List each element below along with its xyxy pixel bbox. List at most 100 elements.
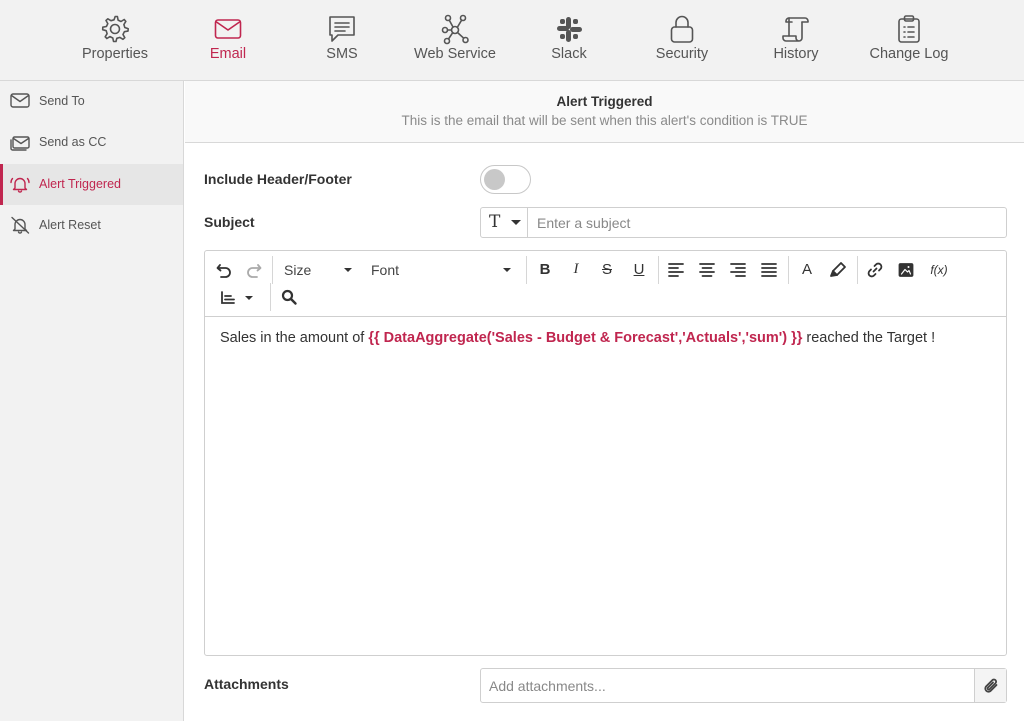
align-center-button[interactable] bbox=[695, 259, 719, 281]
body-text: Sales in the amount of bbox=[220, 330, 369, 346]
editor-content[interactable]: Sales in the amount of {{ DataAggregate(… bbox=[220, 330, 990, 346]
gear-icon bbox=[101, 14, 130, 44]
section-subtitle: This is the email that will be sent when… bbox=[401, 113, 808, 128]
scroll-icon bbox=[782, 14, 810, 44]
envelope-icon bbox=[214, 14, 242, 44]
subject-input[interactable] bbox=[529, 208, 1005, 237]
subject-label: Subject bbox=[204, 214, 255, 230]
nav-tab-label: Email bbox=[209, 46, 247, 62]
nav-tab-sms[interactable]: SMS bbox=[287, 0, 397, 80]
nav-tab-label: Slack bbox=[551, 46, 587, 62]
font-color-button[interactable]: A bbox=[795, 259, 819, 281]
email-body-editor: Size Font B I S U A f(x) Sales in the am… bbox=[204, 250, 1007, 656]
undo-icon bbox=[216, 264, 231, 278]
insert-image-button[interactable] bbox=[894, 259, 918, 281]
formula-icon: f(x) bbox=[930, 263, 948, 277]
insert-link-button[interactable] bbox=[863, 259, 887, 281]
toolbar-divider bbox=[272, 256, 273, 284]
toolbar-divider bbox=[857, 256, 858, 284]
nav-tab-label: Web Service bbox=[414, 46, 496, 62]
italic-icon: I bbox=[573, 261, 579, 277]
network-icon bbox=[441, 14, 469, 45]
paperclip-icon bbox=[984, 678, 998, 693]
data-expression: {{ DataAggregate('Sales - Budget & Forec… bbox=[368, 330, 803, 346]
toggle-knob bbox=[484, 169, 505, 190]
toolbar-divider bbox=[788, 256, 789, 284]
nav-tab-change-log[interactable]: Change Log bbox=[854, 0, 964, 80]
bell-off-icon bbox=[10, 216, 30, 234]
caret-down-icon bbox=[344, 268, 352, 272]
body-text: reached the Target ! bbox=[802, 330, 936, 346]
font-size-label: Size bbox=[284, 262, 312, 278]
subject-field: T bbox=[480, 207, 1007, 238]
attachments-label: Attachments bbox=[204, 676, 289, 692]
header-footer-label: Include Header/Footer bbox=[204, 171, 352, 187]
highlighter-icon bbox=[830, 262, 846, 277]
nav-tab-label: Change Log bbox=[869, 46, 949, 62]
caret-down-icon bbox=[245, 296, 253, 300]
nav-tab-security[interactable]: Security bbox=[627, 0, 737, 80]
toolbar-divider bbox=[658, 256, 659, 284]
underline-button[interactable]: U bbox=[627, 259, 651, 281]
find-button[interactable] bbox=[277, 286, 301, 308]
undo-button[interactable] bbox=[212, 259, 236, 281]
font-color-icon: A bbox=[801, 261, 812, 278]
bold-button[interactable]: B bbox=[533, 259, 557, 281]
nav-tab-label: History bbox=[773, 46, 819, 62]
sidebar-item-label: Alert Triggered bbox=[39, 177, 121, 191]
nav-tab-slack[interactable]: Slack bbox=[514, 0, 624, 80]
font-size-select[interactable]: Size bbox=[284, 259, 354, 281]
redo-button[interactable] bbox=[242, 259, 266, 281]
text-type-icon: T bbox=[489, 212, 501, 232]
align-justify-icon bbox=[761, 263, 777, 277]
slack-icon bbox=[555, 14, 583, 44]
toolbar-divider bbox=[526, 256, 527, 284]
insert-formula-button[interactable]: f(x) bbox=[925, 259, 953, 281]
sidebar-item-alert-reset[interactable]: Alert Reset bbox=[0, 205, 183, 246]
subject-type-dropdown[interactable]: T bbox=[481, 208, 528, 237]
clipboard-icon bbox=[895, 14, 923, 44]
align-left-button[interactable] bbox=[664, 259, 688, 281]
attachments-field bbox=[480, 668, 1007, 703]
line-height-icon bbox=[221, 291, 235, 304]
message-icon bbox=[328, 14, 356, 44]
nav-tab-web-service[interactable]: Web Service bbox=[400, 0, 510, 80]
sidebar-item-label: Send as CC bbox=[39, 135, 107, 149]
nav-tab-label: SMS bbox=[326, 46, 358, 62]
align-right-icon bbox=[730, 263, 746, 277]
search-icon bbox=[281, 289, 297, 305]
header-footer-toggle[interactable] bbox=[480, 165, 531, 194]
attach-file-button[interactable] bbox=[974, 669, 1006, 702]
italic-button[interactable]: I bbox=[564, 259, 588, 281]
caret-down-icon bbox=[511, 220, 521, 225]
sidebar-item-send-as-cc[interactable]: Send as CC bbox=[0, 122, 183, 163]
align-justify-button[interactable] bbox=[757, 259, 781, 281]
link-icon bbox=[867, 262, 883, 278]
redo-icon bbox=[247, 264, 262, 278]
align-left-icon bbox=[668, 263, 684, 277]
section-header: Alert Triggered This is the email that w… bbox=[185, 81, 1024, 143]
sidebar-item-alert-triggered[interactable]: Alert Triggered bbox=[0, 164, 183, 205]
envelope-icon bbox=[10, 92, 30, 110]
underline-icon: U bbox=[633, 261, 645, 278]
line-height-select[interactable] bbox=[219, 287, 253, 309]
nav-tab-email[interactable]: Email bbox=[173, 0, 283, 80]
image-icon bbox=[898, 263, 914, 277]
section-title: Alert Triggered bbox=[556, 94, 653, 109]
caret-down-icon bbox=[503, 268, 511, 272]
toolbar-divider bbox=[270, 283, 271, 311]
editor-toolbar: Size Font B I S U A f(x) bbox=[205, 251, 1006, 317]
strikethrough-button[interactable]: S bbox=[595, 259, 619, 281]
highlight-button[interactable] bbox=[826, 259, 850, 281]
align-right-button[interactable] bbox=[726, 259, 750, 281]
nav-tab-label: Properties bbox=[81, 46, 149, 62]
sidebar: Send To Send as CC Alert Triggered Alert… bbox=[0, 81, 184, 721]
font-family-select[interactable]: Font bbox=[371, 259, 513, 281]
sidebar-item-label: Alert Reset bbox=[39, 218, 101, 232]
nav-tab-history[interactable]: History bbox=[741, 0, 851, 80]
nav-tab-properties[interactable]: Properties bbox=[60, 0, 170, 80]
nav-tab-label: Security bbox=[655, 46, 709, 62]
sidebar-item-send-to[interactable]: Send To bbox=[0, 81, 183, 122]
attachments-input[interactable] bbox=[481, 669, 974, 702]
bold-icon: B bbox=[539, 261, 551, 278]
